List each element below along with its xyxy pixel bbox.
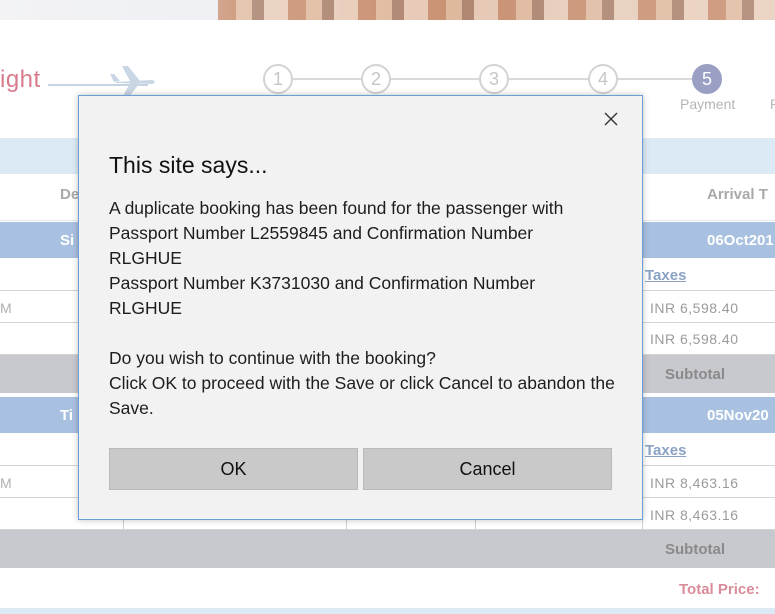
header-banner	[0, 0, 775, 20]
step-connector	[391, 78, 479, 80]
dialog-title: This site says...	[109, 152, 268, 178]
subtotal-label: Subtotal	[665, 366, 725, 383]
price-cell: INR 6,598.40	[650, 300, 739, 316]
booking-page: ight 1 2 3 4 5 Payment P De Arrival T Si…	[0, 0, 775, 614]
time-cell: M	[0, 475, 12, 491]
step-1: 1	[263, 64, 293, 94]
step-3: 3	[479, 64, 509, 94]
site-logo[interactable]: ight	[0, 66, 41, 94]
group-date: 05Nov20	[707, 407, 769, 424]
close-icon[interactable]	[600, 108, 622, 130]
price-cell: INR 8,463.16	[650, 507, 739, 523]
group-label: Si	[60, 232, 75, 249]
group-date: 06Oct201	[707, 232, 774, 249]
departure-header: De	[60, 186, 80, 203]
step-connector	[509, 78, 589, 80]
subtotal-label: Subtotal	[665, 541, 725, 558]
price-cell: INR 8,463.16	[650, 475, 739, 491]
step-connector	[293, 78, 361, 80]
taxes-link[interactable]: Taxes	[645, 442, 686, 459]
price-cell: INR 6,598.40	[650, 331, 739, 347]
ok-button[interactable]: OK	[109, 448, 358, 490]
time-cell: M	[0, 300, 12, 316]
step-6-label: P	[770, 96, 775, 112]
close-icon[interactable]	[604, 112, 618, 126]
step-5-active: 5	[692, 64, 722, 94]
confirm-dialog: This site says... A duplicate booking ha…	[78, 95, 643, 520]
banner-image	[218, 0, 775, 20]
footer-band	[0, 608, 775, 614]
group-label: Ti	[60, 407, 74, 424]
step-2: 2	[361, 64, 391, 94]
total-price-label: Total Price:	[679, 581, 760, 598]
arrival-header: Arrival T	[707, 186, 768, 203]
subtotal-row	[0, 530, 775, 568]
dialog-message: A duplicate booking has been found for t…	[109, 198, 615, 418]
taxes-link[interactable]: Taxes	[645, 267, 686, 284]
cancel-button[interactable]: Cancel	[363, 448, 612, 490]
step-4: 4	[588, 64, 618, 94]
step-connector	[618, 78, 692, 80]
step-5-label: Payment	[680, 96, 736, 112]
